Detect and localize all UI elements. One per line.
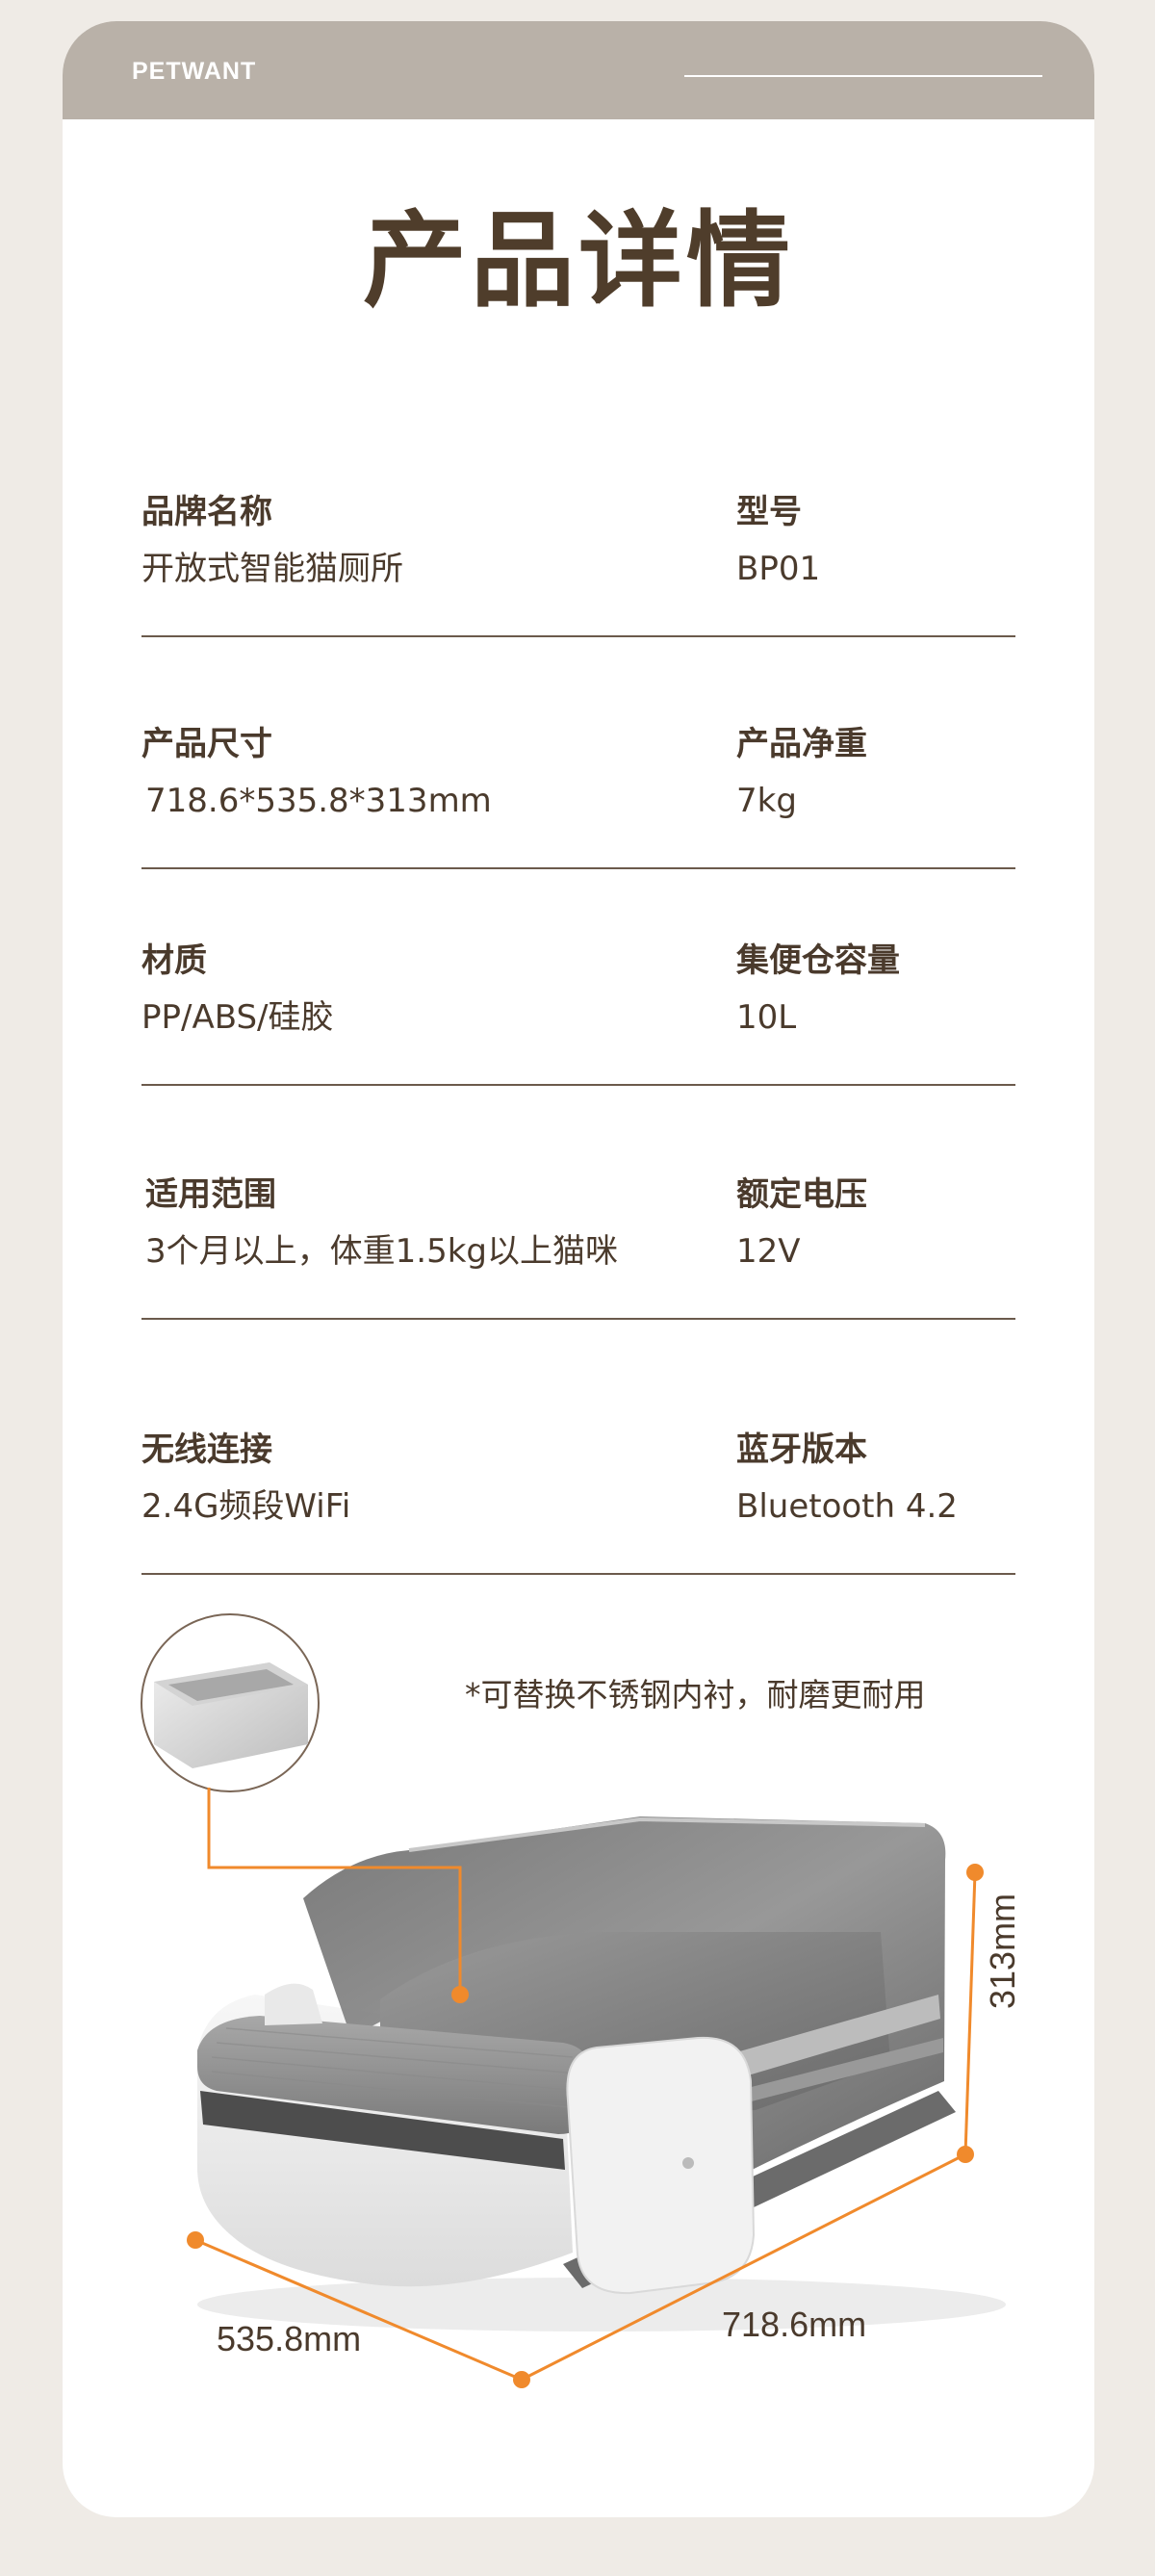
width-dimension-label: 535.8mm [217, 2319, 362, 2358]
dimension-dot [966, 1864, 984, 1881]
end-cap [566, 2036, 756, 2295]
product-illustration [141, 1613, 1006, 2388]
length-dimension-label: 718.6mm [722, 2305, 867, 2344]
liner-callout [141, 1613, 320, 1792]
callout-dot [451, 1986, 469, 2003]
dimension-dot [513, 2371, 530, 2388]
end-cap [265, 1983, 322, 2025]
detail-card: PETWANT 产品详情 品牌名称 开放式智能猫厕所 型号 BP01 产品尺寸 … [63, 21, 1094, 2517]
liner-note: *可替换不锈钢内衬，耐磨更耐用 [465, 1676, 926, 1713]
sensor-dot [682, 2157, 694, 2169]
height-dimension-label: 313mm [983, 1893, 1022, 2009]
height-dimension-line [963, 1871, 977, 2155]
dimension-dot [187, 2231, 204, 2249]
